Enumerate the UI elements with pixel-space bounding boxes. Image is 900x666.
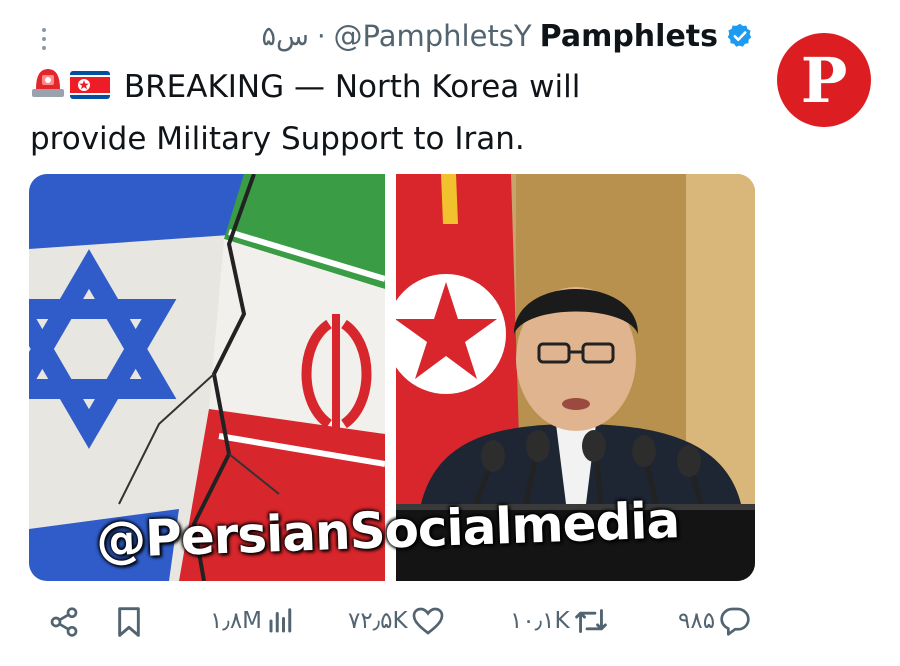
views-icon <box>269 608 292 633</box>
likes-count: ۷۲٫۵K <box>348 608 408 634</box>
retweet-button[interactable]: ۱۰٫۱K <box>510 606 608 636</box>
speaker-podium-image[interactable] <box>396 174 755 581</box>
avatar-letter: P <box>800 43 848 117</box>
tweet: ۵س · @PamphletsY Pamphlets P BREAKING — … <box>0 0 900 666</box>
bookmark-icon <box>118 607 140 637</box>
tweet-actions: ۱٫۸M ۷۲٫۵K ۱۰٫۱K ۹۸۵ <box>0 598 900 654</box>
avatar[interactable]: P <box>777 33 871 127</box>
views-count: ۱٫۸M <box>210 608 263 634</box>
retweets-count: ۱۰٫۱K <box>510 608 570 634</box>
views-button[interactable]: ۱٫۸M <box>210 606 296 636</box>
replies-count: ۹۸۵ <box>678 608 716 634</box>
like-button[interactable]: ۷۲٫۵K <box>348 606 444 636</box>
tweet-text-line2: provide Military Support to Iran. <box>30 120 525 157</box>
author-name[interactable]: Pamphlets <box>540 19 718 54</box>
reply-button[interactable]: ۹۸۵ <box>678 606 751 636</box>
tweet-timestamp[interactable]: ۵س <box>261 21 308 52</box>
more-options-icon[interactable] <box>38 28 50 56</box>
tweet-text: BREAKING — North Korea will provide Mili… <box>30 62 730 164</box>
north-korea-flag-emoji-icon <box>70 64 110 114</box>
author-handle[interactable]: @PamphletsY <box>334 19 532 53</box>
israel-iran-flags-image[interactable] <box>29 174 385 581</box>
media-divider <box>385 174 396 581</box>
tweet-text-line1: BREAKING — North Korea will <box>123 69 581 105</box>
separator-dot: · <box>316 20 326 52</box>
bookmark-button[interactable] <box>115 606 143 638</box>
tweet-media[interactable] <box>29 174 755 581</box>
heart-icon <box>412 607 443 635</box>
share-button[interactable] <box>48 606 80 638</box>
reply-icon <box>720 607 750 636</box>
retweet-icon <box>574 609 607 633</box>
tweet-header: ۵س · @PamphletsY Pamphlets <box>261 16 754 56</box>
siren-emoji-icon <box>30 64 66 114</box>
verified-badge-icon <box>727 23 752 47</box>
share-icon <box>50 607 78 637</box>
